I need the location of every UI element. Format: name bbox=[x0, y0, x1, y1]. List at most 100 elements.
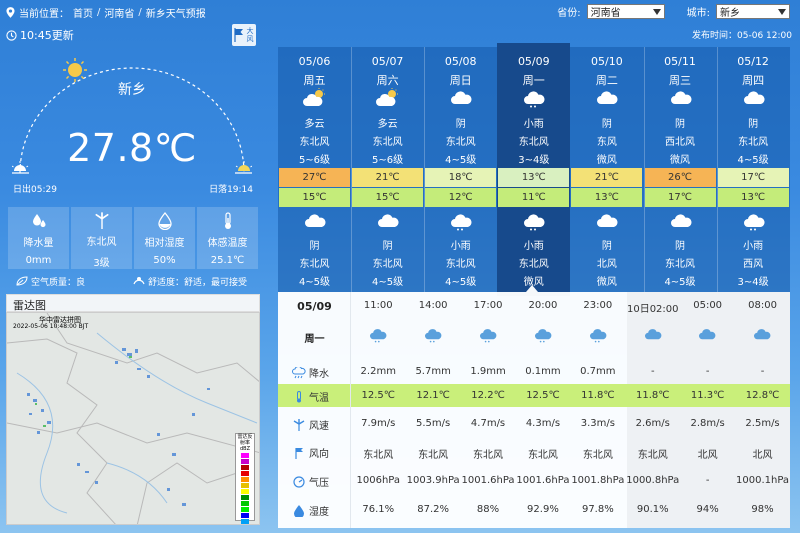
legend-swatches bbox=[236, 453, 254, 524]
hourly-forecast: 05/09 周一 降水 气温 风速 风向 气压 湿度 11:00 2.2mm 12.5℃ 7.9m… bbox=[278, 285, 790, 528]
hourly-pressure-value: 1000.8hPa bbox=[626, 475, 680, 486]
forecast-day[interactable]: 05/10 周二阴东风 微风 21℃ 13℃ 阴北风 微风 bbox=[570, 47, 643, 292]
hourly-humidity-value: 87.2% bbox=[417, 504, 450, 515]
forecast-night-wind-level: 3~4级 bbox=[737, 277, 769, 288]
province-select[interactable]: 河南省 bbox=[586, 4, 665, 19]
forecast-day-weather: 阴 bbox=[675, 119, 685, 130]
hourly-pressure-value: 1001.6hPa bbox=[516, 475, 570, 486]
city-label: 城市: bbox=[686, 8, 710, 19]
forecast-high-temp: 13℃ bbox=[498, 168, 570, 187]
light-rain-icon bbox=[534, 329, 552, 343]
hourly-dir-value: 东北风 bbox=[582, 450, 613, 461]
forecast-day[interactable]: 05/08 周日阴东北风 4~5级 18℃ 12℃ 小雨 东北风 4~5级 bbox=[424, 47, 497, 292]
hourly-pressure-value: 1001.6hPa bbox=[461, 475, 515, 486]
row-label-speed: 风速 bbox=[292, 417, 329, 432]
hourly-dir-value: 东北风 bbox=[527, 450, 558, 461]
leaf-icon bbox=[16, 276, 28, 286]
partly-cloudy-icon bbox=[376, 88, 399, 106]
forecast-night-weather: 阴 bbox=[382, 241, 393, 252]
legend-swatch bbox=[241, 507, 249, 512]
forecast-high-temp: 21℃ bbox=[352, 168, 424, 187]
hourly-dir-value: 北风 bbox=[697, 450, 718, 461]
hourly-temp-value: 12.5℃ bbox=[361, 390, 396, 401]
forecast-weekday: 周一 bbox=[522, 74, 545, 87]
forecast-day-wind: 西北风 bbox=[665, 137, 695, 148]
hourly-pressure-value: 1006hPa bbox=[356, 475, 401, 486]
hourly-time: 05:00 bbox=[693, 300, 723, 311]
hourly-time: 11:00 bbox=[363, 300, 393, 311]
wind-warning-text: 大风 bbox=[246, 27, 254, 43]
city-select[interactable]: 新乡 bbox=[716, 4, 790, 19]
cloudy-icon bbox=[754, 329, 771, 340]
pressure-gauge-icon bbox=[293, 475, 305, 488]
forecast-night-weather: 阴 bbox=[601, 241, 612, 252]
rain-icon bbox=[292, 366, 306, 378]
legend-swatch bbox=[241, 501, 249, 506]
legend-swatch bbox=[241, 495, 249, 500]
forecast-day[interactable]: 05/11 周三阴西北风 微风 26℃ 17℃ 阴东北风 4~5级 bbox=[644, 47, 717, 292]
hourly-time: 17:00 bbox=[473, 300, 503, 311]
light-rain-icon bbox=[424, 329, 442, 343]
forecast-night-wind-level: 微风 bbox=[596, 277, 617, 288]
breadcrumb-separator: / bbox=[97, 7, 101, 18]
breadcrumb-province-link[interactable]: 河南省 bbox=[104, 5, 134, 20]
light-rain-icon bbox=[589, 329, 607, 343]
forecast-date: 05/11 bbox=[664, 55, 696, 68]
hourly-pressure-value: 1001.8hPa bbox=[571, 475, 625, 486]
light-rain-icon bbox=[370, 329, 387, 343]
hourly-pressure-value: 1000.1hPa bbox=[736, 475, 790, 486]
comfort-text: 舒适度：舒适，最可接受 bbox=[148, 277, 248, 288]
forecast-day[interactable]: 05/09 周一 小雨 东北风 3~4级 13℃ 11℃ 小雨 东北风 微风 bbox=[497, 43, 571, 296]
stat-value: 25.1℃ bbox=[210, 255, 245, 266]
light-rain-icon bbox=[743, 214, 765, 231]
light-rain-icon bbox=[479, 329, 497, 343]
wind-warning-badge[interactable]: 大风 bbox=[232, 24, 256, 46]
forecast-low-temp: 15℃ bbox=[279, 188, 350, 207]
hourly-speed-value: 3.3m/s bbox=[580, 418, 615, 429]
hourly-label-column: 05/09 周一 bbox=[278, 292, 351, 528]
air-comfort-bar: 空气质量：良 舒适度：舒适，最可接受 bbox=[8, 272, 258, 290]
forecast-night-wind: 北风 bbox=[596, 259, 617, 270]
forecast-day[interactable]: 05/06 周五 多云 东北风 5~6级 27℃ 15℃ 阴东北风 4~5级 bbox=[278, 47, 351, 292]
hourly-speed-value: 5.5m/s bbox=[416, 418, 451, 429]
hourly-humidity-value: 92.9% bbox=[527, 504, 559, 515]
row-label-text: 降水 bbox=[309, 369, 329, 380]
forecast-date: 05/10 bbox=[591, 55, 623, 68]
forecast-night-wind-level: 4~5级 bbox=[445, 277, 477, 288]
seven-day-forecast: 05/06 周五 多云 东北风 5~6级 27℃ 15℃ 阴东北风 4~5级 05/07 周六 多云东… bbox=[278, 43, 790, 296]
radar-map[interactable]: 华中雷达拼图 2022-05-06 10:48:00 BJT 雷达反射率 dBZ bbox=[6, 312, 260, 525]
cloudy-icon bbox=[378, 214, 399, 227]
hourly-time: 10日02:00 bbox=[626, 304, 679, 315]
row-label-temp: 气温 bbox=[292, 389, 329, 404]
forecast-low-temp: 11℃ bbox=[498, 188, 570, 207]
forecast-night-weather: 小雨 bbox=[450, 241, 471, 252]
hourly-humidity-value: 88% bbox=[476, 504, 500, 515]
stat-label: 体感温度 bbox=[207, 238, 248, 249]
forecast-night-wind-level: 4~5级 bbox=[298, 277, 331, 288]
chevron-down-icon bbox=[778, 8, 786, 15]
stat-value: 3级 bbox=[93, 258, 110, 269]
hourly-dir-value: 东北风 bbox=[363, 450, 394, 461]
forecast-day-wind-level: 微风 bbox=[596, 155, 617, 166]
legend-swatch bbox=[241, 471, 249, 476]
forecast-day-wind-level: 微风 bbox=[670, 155, 690, 166]
breadcrumb-home-link[interactable]: 首页 bbox=[73, 5, 93, 20]
hourly-humidity-value: 90.1% bbox=[636, 504, 669, 515]
hourly-temp-value: 11.8℃ bbox=[636, 390, 670, 401]
forecast-night-wind: 东北风 bbox=[372, 259, 403, 270]
comfort-index: 舒适度：舒适，最可接受 bbox=[133, 275, 247, 288]
stat-label: 相对湿度 bbox=[144, 238, 185, 249]
clock-icon bbox=[6, 29, 17, 41]
forecast-day-wind-level: 4~5级 bbox=[445, 155, 477, 166]
sunrise-time: 日出05:29 bbox=[13, 185, 57, 195]
thermometer-icon bbox=[297, 390, 301, 402]
light-rain-icon bbox=[451, 214, 472, 231]
forecast-day[interactable]: 05/12 周四阴东北风 4~5级 17℃ 13℃ 小雨 西风 3~4级 bbox=[717, 47, 790, 292]
legend-title: 雷达反射率 bbox=[237, 434, 253, 446]
column-divider bbox=[716, 47, 718, 292]
forecast-day[interactable]: 05/07 周六 多云 东北风 5~6级 21℃ 15℃ 阴东北风 4~5级 bbox=[351, 47, 424, 292]
selected-day-pointer bbox=[526, 285, 538, 292]
forecast-low-temp: 12℃ bbox=[425, 188, 497, 207]
forecast-night-weather: 阴 bbox=[309, 241, 320, 252]
cloudy-icon bbox=[670, 91, 692, 104]
